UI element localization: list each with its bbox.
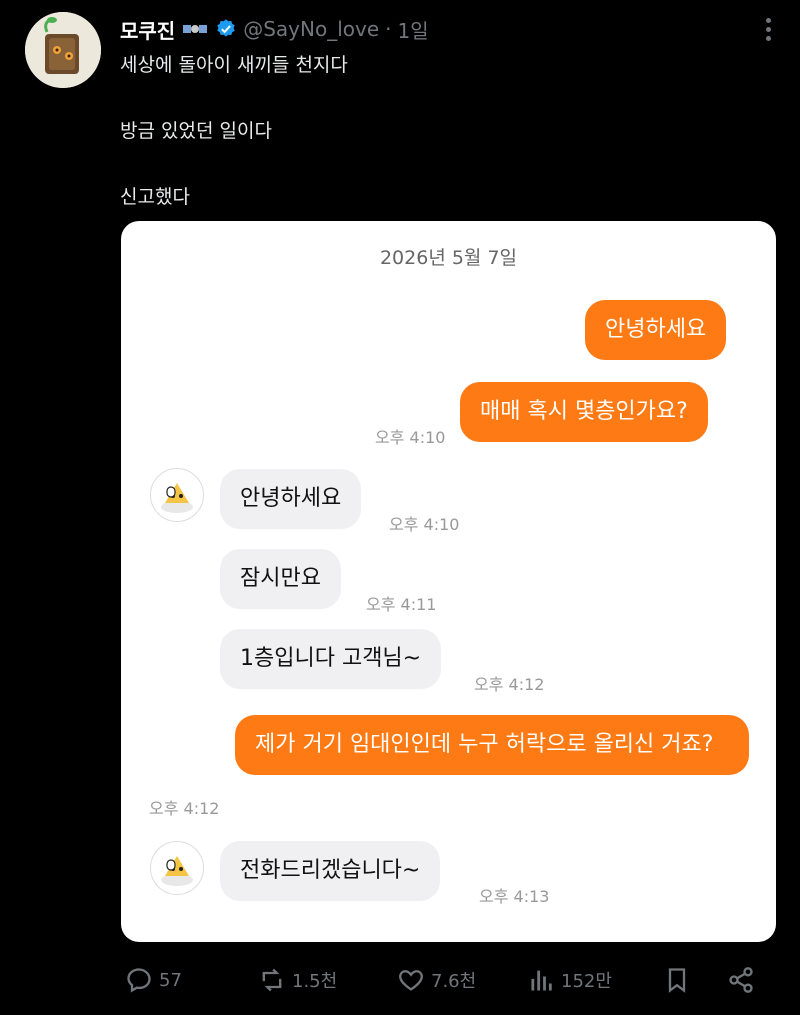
post-time[interactable]: 1일	[397, 15, 428, 44]
chat-timestamp: 오후 4:12	[474, 675, 545, 694]
like-button[interactable]: 7.6천	[397, 966, 476, 994]
chat-date: 2026년 5월 7일	[379, 247, 518, 269]
chat-bubble-incoming: 1층입니다 고객님~	[220, 629, 442, 689]
chat-bubble-outgoing: 안녕하세요	[585, 300, 727, 360]
tweet-header: 모쿠진 @SayNo_love · 1일	[120, 14, 429, 44]
repost-button[interactable]: 1.5천	[258, 966, 337, 994]
separator-dot: ·	[385, 17, 392, 41]
bookmark-icon	[668, 968, 686, 993]
chat-bubble-incoming: 전화드리겠습니다~	[220, 841, 441, 901]
share-icon	[729, 967, 753, 993]
chat-screenshot-image[interactable]: 2026년 5월 7일 안녕하세요 매매 혹시 몇층인가요? 오후 4:10 안…	[121, 221, 776, 942]
reply-icon	[127, 968, 151, 993]
chat-avatar	[150, 468, 204, 522]
chat-bubble-incoming: 잠시만요	[220, 549, 341, 609]
share-button[interactable]	[727, 966, 755, 994]
repost-icon	[262, 968, 282, 992]
thumbs-up-character-icon	[161, 856, 193, 886]
chat-bubble-outgoing: 매매 혹시 몇층인가요?	[460, 382, 708, 442]
avatar[interactable]	[25, 12, 101, 88]
heart-icon	[399, 970, 423, 991]
reply-button[interactable]: 57	[125, 966, 182, 994]
bookmark-button[interactable]	[663, 966, 691, 994]
tweet-text-line-3: 신고했다	[120, 186, 190, 208]
satellite-emoji-icon	[183, 25, 208, 33]
user-handle[interactable]: @SayNo_love	[243, 17, 379, 41]
views-button[interactable]: 152만	[527, 966, 612, 994]
chat-timestamp: 오후 4:10	[375, 428, 446, 447]
chat-timestamp: 오후 4:13	[479, 887, 550, 906]
chat-avatar	[150, 841, 204, 895]
chat-bubble-incoming: 안녕하세요	[220, 469, 362, 529]
chat-timestamp: 오후 4:12	[149, 799, 220, 818]
thumbs-up-character-icon	[161, 483, 193, 513]
repost-count: 1.5천	[292, 971, 338, 992]
tweet-action-bar: 57 1.5천 7.6천 152만	[0, 962, 800, 1002]
view-count: 152만	[561, 971, 612, 992]
more-options-icon[interactable]	[766, 18, 772, 45]
views-bar-chart-icon	[531, 970, 552, 991]
chat-timestamp: 오후 4:11	[366, 595, 437, 614]
like-count: 7.6천	[431, 971, 477, 992]
tweet-text-line-2: 방금 있었던 일이다	[120, 120, 272, 142]
verified-badge-icon	[217, 19, 235, 37]
avatar-image	[25, 12, 101, 88]
reply-count: 57	[159, 969, 182, 991]
display-name[interactable]: 모쿠진	[120, 15, 175, 44]
chat-timestamp: 오후 4:10	[389, 515, 460, 534]
tweet-text-line-1: 세상에 돌아이 새끼들 천지다	[120, 54, 348, 76]
chat-bubble-outgoing: 제가 거기 임대인인데 누구 허락으로 올리신 거죠?	[235, 715, 749, 775]
